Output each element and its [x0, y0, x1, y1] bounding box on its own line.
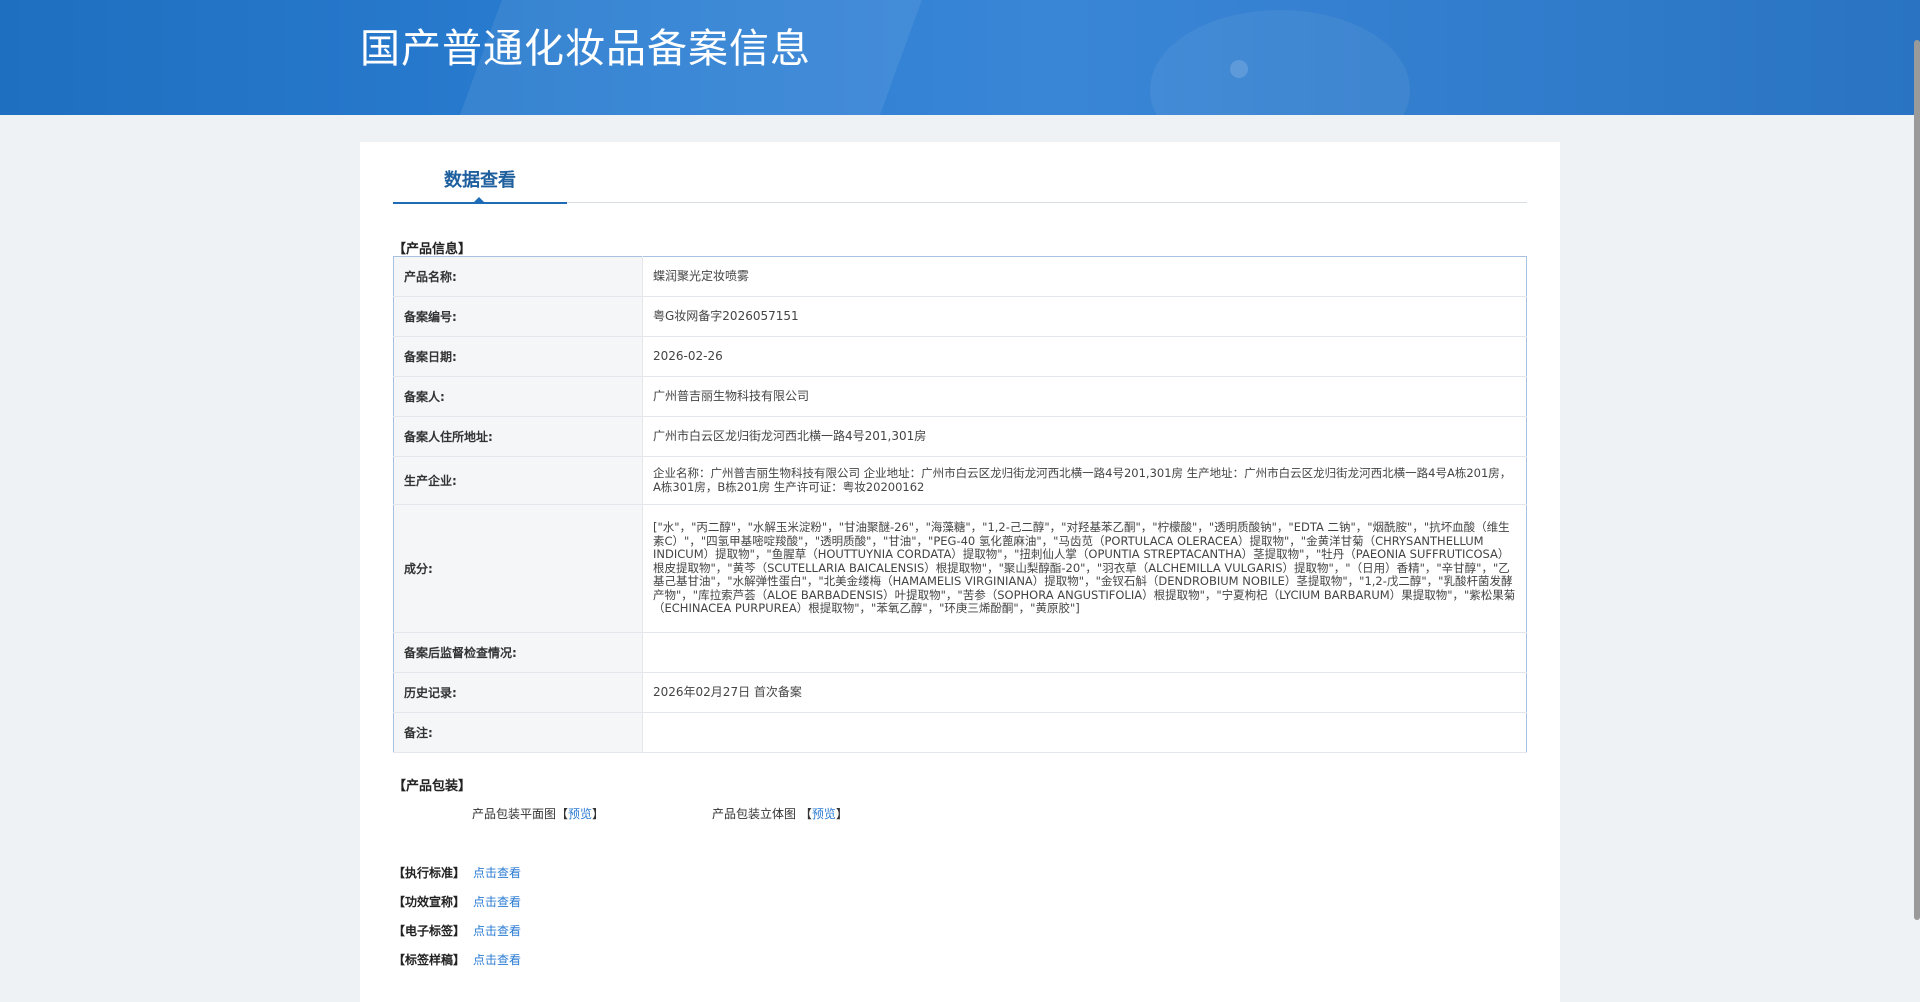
row-value: 粤G妆网备字2026057151 — [642, 296, 1527, 337]
table-row: 备案人住所地址: 广州市白云区龙归街龙河西北横一路4号201,301房 — [393, 416, 1527, 457]
row-value: 广州市白云区龙归街龙河西北横一路4号201,301房 — [642, 416, 1527, 457]
product-info-table: 产品名称: 蝶润聚光定妆喷雾 备案编号: 粤G妆网备字2026057151 备案… — [393, 256, 1527, 753]
row-value — [642, 712, 1527, 753]
label-sample-label: 【标签样稿】 — [393, 953, 466, 967]
label-sample-row: 【标签样稿】 点击查看 — [393, 951, 521, 968]
tab-caret-icon — [473, 197, 485, 203]
packaging-flat-item: 产品包装平面图【预览】 — [472, 805, 604, 822]
row-value — [642, 632, 1527, 673]
table-row: 备案编号: 粤G妆网备字2026057151 — [393, 296, 1527, 337]
content-panel: 数据查看 【产品信息】 产品名称: 蝶润聚光定妆喷雾 备案编号: 粤G妆网备字2… — [360, 142, 1560, 1002]
efficacy-row: 【功效宣称】 点击查看 — [393, 893, 521, 910]
row-value: 2026年02月27日 首次备案 — [642, 672, 1527, 713]
table-row: 历史记录: 2026年02月27日 首次备案 — [393, 672, 1527, 713]
row-label: 备注: — [393, 712, 643, 753]
row-label: 备案后监督检查情况: — [393, 632, 643, 673]
table-row: 成分: ["水"，"丙二醇"，"水解玉米淀粉"，"甘油聚醚-26"，"海藻糖"，… — [393, 504, 1527, 633]
page-title: 国产普通化妆品备案信息 — [360, 26, 811, 72]
row-value: 企业名称：广州普吉丽生物科技有限公司 企业地址：广州市白云区龙归街龙河西北横一路… — [642, 456, 1527, 505]
row-value: 广州普吉丽生物科技有限公司 — [642, 376, 1527, 417]
row-label: 备案人住所地址: — [393, 416, 643, 457]
e-label-row: 【电子标签】 点击查看 — [393, 922, 521, 939]
table-row: 生产企业: 企业名称：广州普吉丽生物科技有限公司 企业地址：广州市白云区龙归街龙… — [393, 456, 1527, 505]
label-sample-view-link[interactable]: 点击查看 — [473, 953, 521, 967]
bracket-open: 【 — [799, 807, 812, 821]
row-label: 成分: — [393, 504, 643, 633]
banner-decoration — [1230, 60, 1248, 78]
e-label-view-link[interactable]: 点击查看 — [473, 924, 521, 938]
row-value: 2026-02-26 — [642, 336, 1527, 377]
table-row: 备注: — [393, 712, 1527, 753]
table-row: 产品名称: 蝶润聚光定妆喷雾 — [393, 256, 1527, 297]
standard-row: 【执行标准】 点击查看 — [393, 864, 521, 881]
packaging-flat-label: 产品包装平面图 — [472, 807, 557, 821]
section-title-packaging: 【产品包装】 — [393, 779, 472, 794]
preview-flat-link[interactable]: 预览 — [568, 807, 592, 821]
section-title-product-info: 【产品信息】 — [393, 242, 472, 257]
table-row: 备案日期: 2026-02-26 — [393, 336, 1527, 377]
tab-bar: 数据查看 — [393, 166, 1527, 204]
row-label: 生产企业: — [393, 456, 643, 505]
bracket-close: 】 — [835, 807, 848, 821]
e-label-label: 【电子标签】 — [393, 924, 466, 938]
tab-data-view[interactable]: 数据查看 — [393, 166, 567, 204]
packaging-stereo-label: 产品包装立体图 — [712, 807, 797, 821]
header-banner: 国产普通化妆品备案信息 — [0, 0, 1920, 115]
bracket-open: 【 — [556, 807, 569, 821]
scrollbar[interactable] — [1914, 40, 1920, 920]
banner-decoration — [1150, 10, 1410, 115]
preview-stereo-link[interactable]: 预览 — [812, 807, 836, 821]
standard-view-link[interactable]: 点击查看 — [473, 866, 521, 880]
efficacy-label: 【功效宣称】 — [393, 895, 466, 909]
row-label: 备案人: — [393, 376, 643, 417]
efficacy-view-link[interactable]: 点击查看 — [473, 895, 521, 909]
packaging-stereo-item: 产品包装立体图 【预览】 — [712, 805, 848, 822]
bracket-close: 】 — [592, 807, 605, 821]
row-label: 历史记录: — [393, 672, 643, 713]
row-label: 备案日期: — [393, 336, 643, 377]
tab-label: 数据查看 — [444, 170, 516, 191]
table-row: 备案后监督检查情况: — [393, 632, 1527, 673]
standard-label: 【执行标准】 — [393, 866, 466, 880]
row-value: 蝶润聚光定妆喷雾 — [642, 256, 1527, 297]
row-label: 产品名称: — [393, 256, 643, 297]
table-row: 备案人: 广州普吉丽生物科技有限公司 — [393, 376, 1527, 417]
row-value: ["水"，"丙二醇"，"水解玉米淀粉"，"甘油聚醚-26"，"海藻糖"，"1,2… — [642, 504, 1527, 633]
row-label: 备案编号: — [393, 296, 643, 337]
